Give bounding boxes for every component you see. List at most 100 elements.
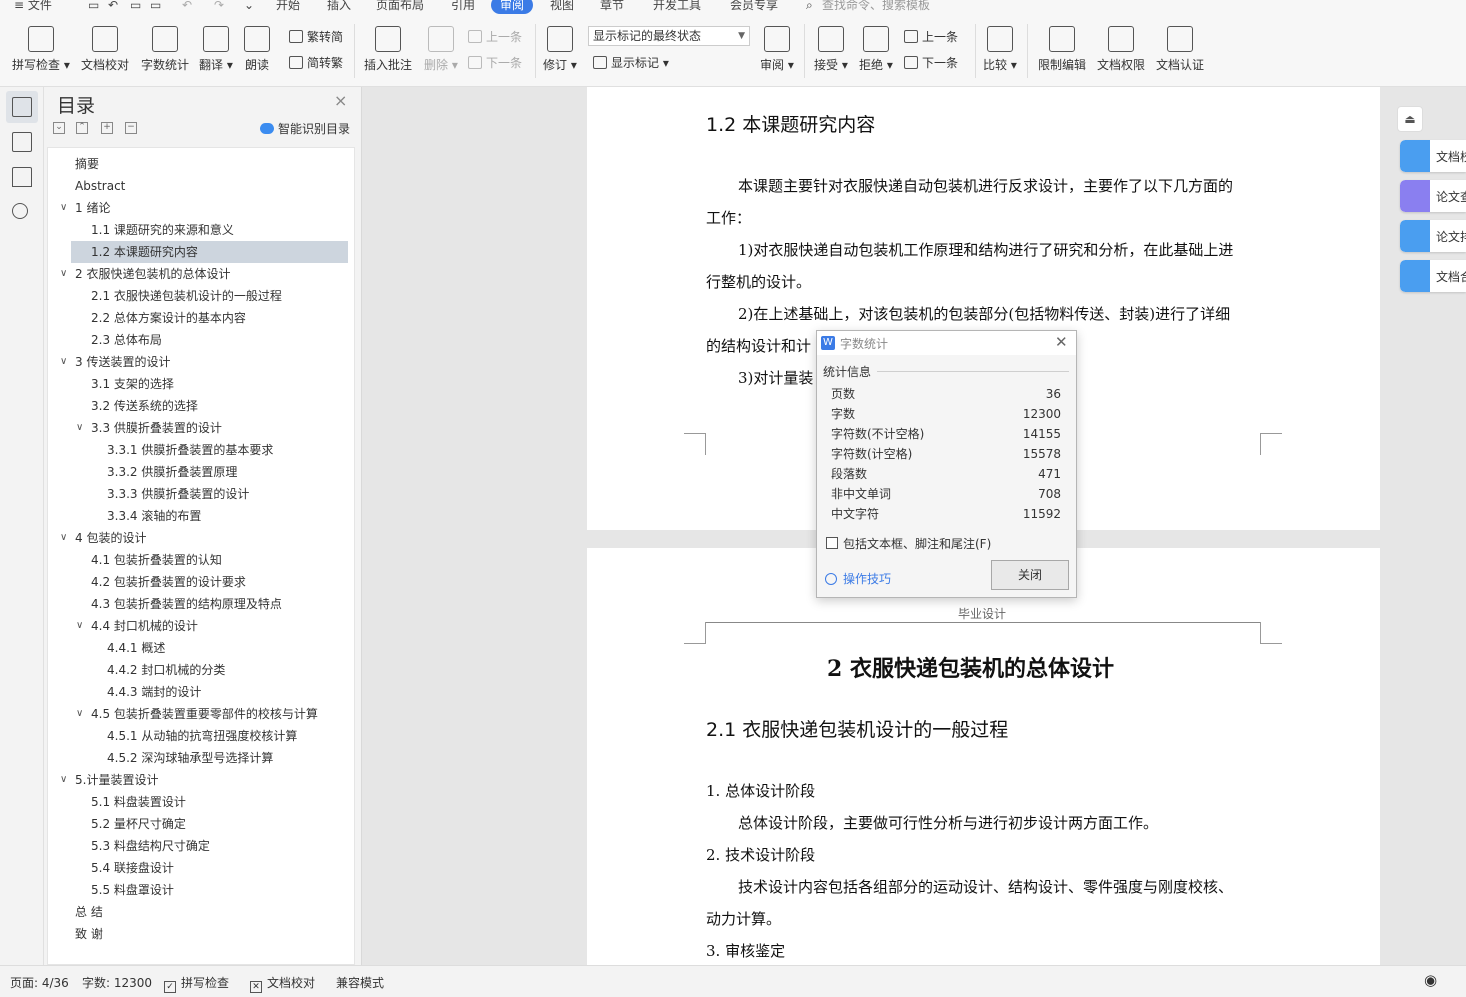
toc-item[interactable]: 5.5 料盘罩设计 [48,879,348,901]
toc-item[interactable]: ∨ 1 绪论 [48,197,348,219]
prev-comment-button[interactable]: 上一条 [468,28,522,46]
doc-permission-button[interactable]: 文档权限 [1097,20,1145,73]
toc-icon[interactable] [12,97,32,117]
doc-certify-button[interactable]: 文档认证 [1156,20,1204,73]
toc-item[interactable]: ∨ 3 传送装置的设计 [48,351,348,373]
close-icon[interactable]: ✕ [1055,333,1068,351]
command-search-input[interactable]: 查找命令、搜索模板 [822,0,930,14]
toc-item[interactable]: 4.4.3 端封的设计 [48,681,348,703]
page-indicator[interactable]: 页面: 4/36 [10,974,69,991]
word-count-indicator[interactable]: 字数: 12300 [82,974,152,991]
chevron-down-icon[interactable]: ∨ [60,263,67,285]
next-change-button[interactable]: 下一条 [904,54,958,72]
review-pane-button[interactable]: 审阅 ▾ [760,20,794,73]
simp-to-trad-button[interactable]: 简转繁 [289,54,343,72]
doc-proofread-button[interactable]: 文档校对 [81,20,129,73]
toc-item[interactable]: 致 谢 [48,923,348,945]
toc-item[interactable]: 2.1 衣服快递包装机设计的一般过程 [48,285,348,307]
file-menu[interactable]: ≡ 文件 [14,0,52,14]
toc-item-selected[interactable]: 1.2 本课题研究内容 [71,241,348,263]
proofread-toggle[interactable]: ✕ 文档校对 [250,974,315,993]
toc-item[interactable]: 5.3 料盘结构尺寸确定 [48,835,348,857]
prev-change-button[interactable]: 上一条 [904,28,958,46]
chapter-nav-icon[interactable] [12,132,32,152]
search-icon[interactable]: ⌕ [806,0,813,14]
reject-button[interactable]: 拒绝 ▾ [859,20,893,73]
word-count-button[interactable]: 字数统计 [141,20,189,73]
accept-button[interactable]: 接受 ▾ [814,20,848,73]
tab-chapter[interactable]: 章节 [600,0,624,14]
include-textbox-label[interactable]: 包括文本框、脚注和尾注(F) [843,535,991,552]
tab-member[interactable]: 会员专享 [730,0,778,14]
tab-view[interactable]: 视图 [550,0,574,14]
undo-icon[interactable]: ↶ [182,0,192,14]
add-heading-icon[interactable]: + [101,122,113,134]
tab-review[interactable]: 审阅 [491,0,534,14]
toc-item[interactable]: 3.3.1 供膜折叠装置的基本要求 [48,439,348,461]
track-changes-button[interactable]: 修订 ▾ [543,20,577,73]
chevron-down-icon[interactable]: ∨ [76,615,83,637]
redo-icon[interactable]: ↷ [214,0,224,14]
chevron-down-icon[interactable]: ∨ [60,351,67,373]
chevron-down-icon[interactable]: ∨ [60,527,67,549]
doc-merge-panel-button[interactable]: 文档合 [1400,260,1466,292]
show-markup-button[interactable]: 显示标记 ▾ [593,54,669,72]
tab-references[interactable]: 引用 [451,0,475,14]
read-aloud-button[interactable]: 朗读 [244,20,270,73]
close-button[interactable]: 关闭 [991,560,1069,590]
next-comment-button[interactable]: 下一条 [468,54,522,72]
print-icon[interactable]: ▭ [130,0,141,14]
toc-item[interactable]: 4.5.1 从动轴的抗弯扭强度校核计算 [48,725,348,747]
restrict-editing-button[interactable]: 限制编辑 [1038,20,1086,73]
dialog-titlebar[interactable]: W 字数统计 ✕ [817,331,1076,355]
doc-check-panel-button[interactable]: 文档校 [1400,140,1466,172]
toc-item[interactable]: ∨ 3.3 供膜折叠装置的设计 [48,417,348,439]
toc-item[interactable]: 摘要 [48,153,348,175]
insert-comment-button[interactable]: 插入批注 [364,20,412,73]
chevron-down-icon[interactable]: ∨ [60,197,67,219]
collapse-all-icon[interactable]: ⌄ [53,122,65,134]
compare-button[interactable]: 比较 ▾ [983,20,1017,73]
undo-history-icon[interactable]: ↶ [108,0,118,14]
toc-item[interactable]: 5.1 料盘装置设计 [48,791,348,813]
tab-insert[interactable]: 插入 [327,0,351,14]
toc-item[interactable]: 4.4.2 封口机械的分类 [48,659,348,681]
paper-layout-panel-button[interactable]: 论文排 [1400,220,1466,252]
collapse-panel-icon[interactable]: ⏏ [1397,106,1423,132]
smart-toc-button[interactable]: 智能识别目录 [260,120,350,137]
toc-item[interactable]: Abstract [48,175,348,197]
toc-item[interactable]: 2.3 总体布局 [48,329,348,351]
toc-item[interactable]: 总 结 [48,901,348,923]
search-icon[interactable] [12,203,28,219]
tab-home[interactable]: 开始 [276,0,300,14]
toc-item[interactable]: ∨ 4.5 包装折叠装置重要零部件的校核与计算 [48,703,348,725]
toc-item[interactable]: ∨ 4 包装的设计 [48,527,348,549]
include-textbox-checkbox[interactable] [826,537,838,549]
toc-item[interactable]: 4.3 包装折叠装置的结构原理及特点 [48,593,348,615]
tab-developer[interactable]: 开发工具 [653,0,701,14]
toc-item[interactable]: 2.2 总体方案设计的基本内容 [48,307,348,329]
close-icon[interactable]: × [334,91,347,110]
trad-to-simp-button[interactable]: 繁转简 [289,28,343,46]
print-preview-icon[interactable]: ▭ [150,0,161,14]
translate-button[interactable]: 翻译 ▾ [199,20,233,73]
toc-item[interactable]: 4.4.1 概述 [48,637,348,659]
toc-item[interactable]: 5.4 联接盘设计 [48,857,348,879]
remove-heading-icon[interactable]: − [125,122,137,134]
toc-item[interactable]: 4.2 包装折叠装置的设计要求 [48,571,348,593]
toc-item[interactable]: 5.2 量杯尺寸确定 [48,813,348,835]
bookmark-icon[interactable] [12,167,32,187]
quick-access-dropdown-icon[interactable]: ⌄ [244,0,254,14]
tab-page-layout[interactable]: 页面布局 [376,0,424,14]
tips-link[interactable]: 操作技巧 [825,570,891,587]
spell-check-button[interactable]: 拼写检查 ▾ [12,20,70,73]
toc-item[interactable]: ∨ 4.4 封口机械的设计 [48,615,348,637]
paper-check-panel-button[interactable]: 论文查 [1400,180,1466,212]
toc-item[interactable]: 3.3.3 供膜折叠装置的设计 [48,483,348,505]
save-icon[interactable]: ▭ [88,0,99,14]
toc-item[interactable]: ∨ 2 衣服快递包装机的总体设计 [48,263,348,285]
toc-item[interactable]: 3.1 支架的选择 [48,373,348,395]
expand-all-icon[interactable]: ⌃ [76,122,88,134]
toc-item[interactable]: ∨ 5.计量装置设计 [48,769,348,791]
toc-item[interactable]: 3.3.2 供膜折叠装置原理 [48,461,348,483]
